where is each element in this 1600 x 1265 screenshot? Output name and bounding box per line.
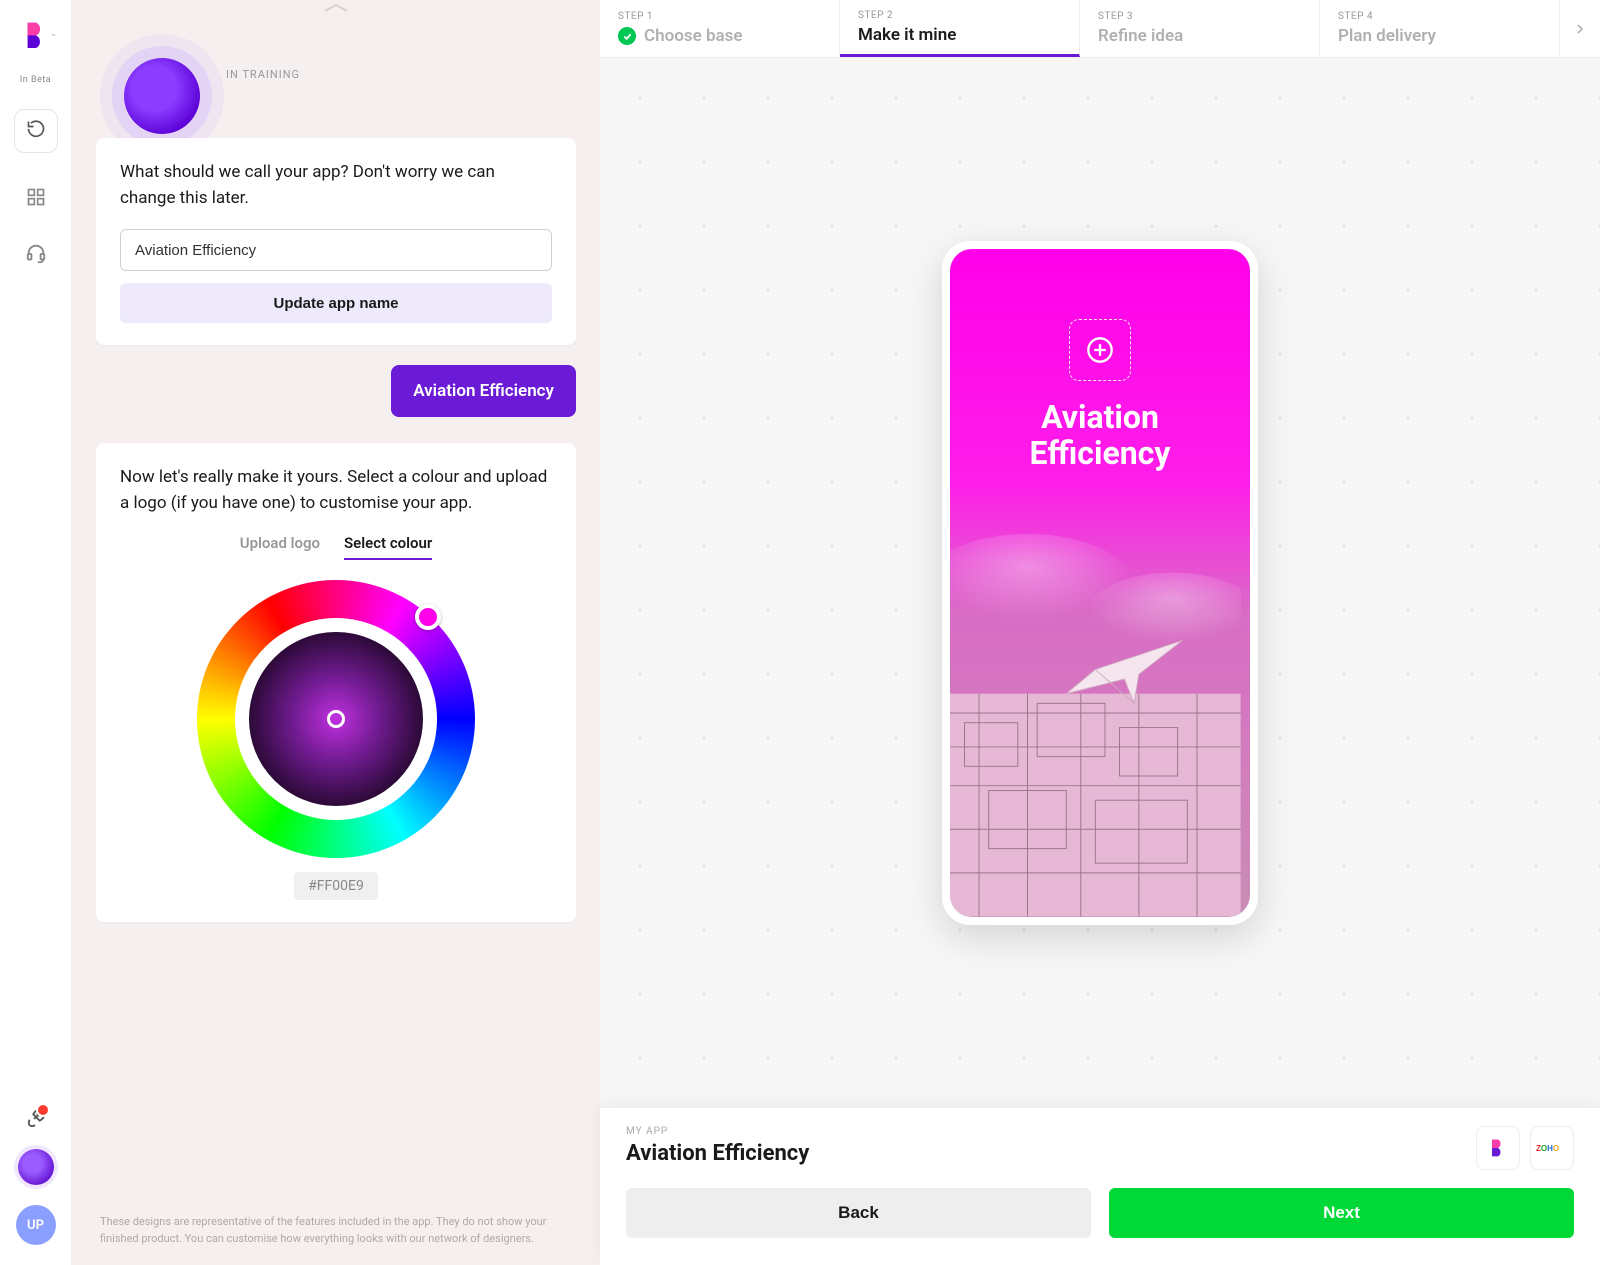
title-line-1: Aviation bbox=[1030, 399, 1171, 436]
step-title-text: Plan delivery bbox=[1338, 26, 1436, 46]
preview-app-title: Aviation Efficiency bbox=[1030, 399, 1171, 473]
update-name-button[interactable]: Update app name bbox=[120, 283, 552, 323]
chat-panel: IN TRAINING What should we call your app… bbox=[72, 0, 600, 1265]
step-title-text: Refine idea bbox=[1098, 26, 1183, 46]
app-name-input[interactable] bbox=[120, 229, 552, 271]
undo-button[interactable] bbox=[14, 109, 58, 153]
step-num: STEP 1 bbox=[618, 11, 821, 22]
title-line-2: Efficiency bbox=[1030, 435, 1171, 472]
tab-select-colour[interactable]: Select colour bbox=[344, 534, 432, 560]
headset-icon[interactable] bbox=[24, 241, 48, 265]
svg-text:ZOHO: ZOHO bbox=[1536, 1144, 1559, 1153]
footer-bar: MY APP Aviation Efficiency ZOHO Back Nex… bbox=[600, 1107, 1600, 1265]
step-choose-base[interactable]: STEP 1 Choose base bbox=[600, 0, 840, 57]
training-label: IN TRAINING bbox=[226, 68, 300, 81]
step-title-text: Choose base bbox=[644, 26, 743, 46]
add-logo-tile[interactable] bbox=[1069, 319, 1131, 381]
step-plan-delivery[interactable]: STEP 4 Plan delivery bbox=[1320, 0, 1560, 57]
brand-logo bbox=[18, 16, 54, 52]
step-make-it-mine[interactable]: STEP 2 Make it mine bbox=[840, 0, 1080, 57]
assistant-orb bbox=[124, 58, 200, 134]
phone-frame: Aviation Efficiency bbox=[942, 241, 1258, 925]
customise-prompt: Now let's really make it yours. Select a… bbox=[120, 465, 552, 516]
tab-upload-logo[interactable]: Upload logo bbox=[240, 534, 320, 560]
beta-text: In Beta bbox=[20, 75, 51, 85]
left-sidebar: ™ In Beta UP bbox=[0, 0, 72, 1265]
customise-card: Now let's really make it yours. Select a… bbox=[96, 443, 576, 922]
partner-logo-icon: ZOHO bbox=[1530, 1126, 1574, 1170]
hex-value: #FF00E9 bbox=[294, 872, 378, 900]
name-prompt: What should we call your app? Don't worr… bbox=[120, 160, 552, 211]
stepper-scroll-right[interactable] bbox=[1560, 0, 1600, 57]
hue-handle[interactable] bbox=[415, 604, 441, 630]
name-card: What should we call your app? Don't worr… bbox=[96, 138, 576, 345]
step-num: STEP 3 bbox=[1098, 11, 1301, 22]
disclaimer-text: These designs are representative of the … bbox=[96, 1214, 576, 1265]
my-app-name: Aviation Efficiency bbox=[626, 1141, 809, 1166]
preview-canvas[interactable]: Aviation Efficiency bbox=[600, 58, 1600, 1107]
step-title-text: Make it mine bbox=[858, 25, 956, 45]
next-button[interactable]: Next bbox=[1109, 1188, 1574, 1238]
user-avatar[interactable]: UP bbox=[16, 1205, 56, 1245]
back-button[interactable]: Back bbox=[626, 1188, 1091, 1238]
step-refine-idea[interactable]: STEP 3 Refine idea bbox=[1080, 0, 1320, 57]
builder-logo-icon bbox=[1476, 1126, 1520, 1170]
beta-label: ™ bbox=[33, 52, 37, 71]
step-num: STEP 2 bbox=[858, 10, 1061, 21]
panel-collapse-handle[interactable] bbox=[96, 0, 576, 16]
rocket-icon[interactable] bbox=[24, 1105, 48, 1129]
check-icon bbox=[618, 27, 636, 45]
my-app-label: MY APP bbox=[626, 1126, 809, 1137]
undo-icon bbox=[26, 119, 46, 143]
colour-wheel[interactable] bbox=[197, 580, 475, 858]
brightness-handle[interactable] bbox=[327, 710, 345, 728]
step-num: STEP 4 bbox=[1338, 11, 1541, 22]
assistant-orb-small[interactable] bbox=[18, 1149, 54, 1185]
apps-grid-icon[interactable] bbox=[24, 185, 48, 209]
user-reply-bubble: Aviation Efficiency bbox=[391, 365, 576, 417]
stepper: STEP 1 Choose base STEP 2 Make it mine S… bbox=[600, 0, 1600, 58]
